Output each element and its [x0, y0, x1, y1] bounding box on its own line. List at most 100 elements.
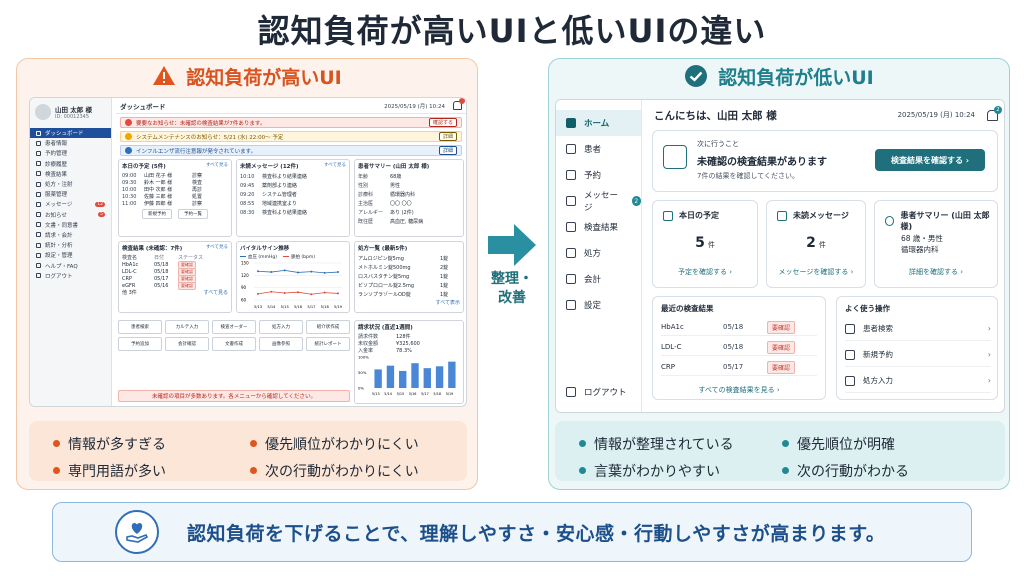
sidebar-item[interactable]: 請求・会計	[30, 230, 111, 240]
bell-icon[interactable]: 2	[987, 105, 1002, 121]
schedule-row[interactable]: 11:00 伊藤 四郎 様 診察	[122, 200, 228, 208]
action-button[interactable]: 会計確認	[165, 337, 209, 351]
sidebar-item[interactable]: 設定	[556, 292, 641, 318]
alert-detail-button[interactable]: 詳細	[438, 132, 457, 141]
quick-action-item[interactable]: 患者検索 ›	[845, 317, 991, 341]
cell: HbA1c	[661, 323, 684, 331]
see-all-link[interactable]: すべて見る	[204, 289, 228, 296]
cell: 鈴木 一郎 様	[144, 180, 173, 186]
cell: 伊藤 四郎 様	[144, 201, 173, 207]
action-button[interactable]: 文書作成	[212, 337, 256, 351]
quick-action-label: 新規予約	[863, 350, 893, 359]
sidebar-item[interactable]: 診療履歴	[30, 159, 111, 169]
billing-chart: 100% 50% 0% 5/13 5/14 5/15 5/16 5/17 5/18 5/19	[358, 355, 456, 396]
quick-action-item[interactable]: 処方入力 ›	[845, 369, 991, 393]
quick-actions-card: よく使う操作 患者検索 › 新規予約 › 処方入力 ›	[836, 296, 998, 400]
lab-row[interactable]: HbA1c 05/18 要確認	[122, 260, 228, 269]
sidebar-item-label: ホーム	[584, 119, 610, 129]
x-tick-label: 5/13	[254, 305, 262, 309]
status-badge: 要確認	[178, 281, 196, 290]
summary-line: 68 歳・男性	[901, 234, 943, 243]
new-booking-button[interactable]: 新規予約	[142, 209, 172, 219]
sidebar-item[interactable]: ヘルプ・FAQ	[30, 260, 111, 270]
see-all-link[interactable]: すべて見る	[206, 244, 228, 252]
alert-confirm-button[interactable]: 確認する	[428, 118, 457, 127]
sidebar-item[interactable]: お知らせ 5	[30, 210, 111, 220]
schedule-link[interactable]: 予定を確認する ›	[653, 267, 757, 277]
result-row[interactable]: HbA1c 05/18 要確認	[661, 319, 817, 336]
sidebar-item[interactable]: 検査結果	[556, 214, 641, 240]
schedule-card[interactable]: 本日の予定 5件 予定を確認する ›	[652, 200, 758, 288]
lab-row[interactable]: eGFR 05/16 要確認	[122, 281, 228, 290]
sidebar-item[interactable]: 処方	[556, 240, 641, 266]
see-all-link[interactable]: すべて見る	[324, 162, 346, 170]
x-tick-label: 5/19	[334, 305, 343, 309]
quick-action-label: 患者検索	[863, 324, 893, 333]
summary-card: 患者サマリー (山田 太郎 様) 年齢 68歳 性別 男性 診療科 循環器内科 主治医 〇〇 …	[354, 159, 464, 237]
cell: 09:45	[240, 182, 255, 189]
message-row[interactable]: 08:30 検査科より結果連絡	[240, 208, 346, 217]
schedule-row[interactable]: 10:30 佐藤 三郎 様 処置	[122, 193, 228, 201]
message-row[interactable]: 09:45 薬剤部より連絡	[240, 181, 346, 190]
booking-list-button[interactable]: 予約一覧	[178, 209, 208, 219]
sidebar-item[interactable]: ダッシュボード	[30, 128, 111, 139]
x-tick-label: 5/14	[384, 392, 392, 396]
message-row[interactable]: 08:55 地域連携室より	[240, 199, 346, 208]
result-row[interactable]: CRP 05/17 要確認	[661, 359, 817, 376]
sidebar-item[interactable]: 予約管理	[30, 148, 111, 158]
action-button[interactable]: 患者検索	[118, 320, 162, 334]
sidebar-item-label: お知らせ	[45, 212, 67, 219]
sidebar-item[interactable]: 服薬管理	[30, 189, 111, 199]
sidebar-item[interactable]: 設定・管理	[30, 250, 111, 260]
x-tick-label: 5/18	[433, 392, 441, 396]
schedule-row[interactable]: 09:30 鈴木 一郎 様 検査	[122, 179, 228, 187]
schedule-row[interactable]: 09:00 山田 花子 様 診察	[122, 172, 228, 180]
result-row[interactable]: LDL-C 05/18 要確認	[661, 339, 817, 356]
sidebar-item[interactable]: 患者情報	[30, 138, 111, 148]
lab-row[interactable]: CRP 05/17 要確認	[122, 274, 228, 283]
messages-card[interactable]: 未読メッセージ 2件 メッセージを確認する ›	[766, 200, 866, 288]
sidebar-item[interactable]: 患者	[556, 136, 641, 162]
sidebar-item[interactable]: 検査結果	[30, 169, 111, 179]
sidebar-item[interactable]: 予約	[556, 162, 641, 188]
count-badge: 5	[98, 212, 105, 218]
messages-link[interactable]: メッセージを確認する ›	[767, 267, 865, 277]
see-all-link[interactable]: すべて表示	[358, 299, 460, 306]
alert-detail-button[interactable]: 詳細	[438, 146, 457, 155]
quick-action-item[interactable]: 新規予約 ›	[845, 343, 991, 367]
nav-icon	[566, 222, 576, 232]
sidebar-item[interactable]: ログアウト	[30, 271, 111, 281]
sidebar-item[interactable]: 文書・同意書	[30, 220, 111, 230]
see-all-link[interactable]: すべて見る	[206, 162, 228, 170]
action-button[interactable]: 検査オーダー	[212, 320, 256, 334]
pill-icon	[845, 375, 855, 386]
bell-icon[interactable]	[453, 98, 465, 110]
sidebar-item[interactable]: 会計	[556, 266, 641, 292]
message-row[interactable]: 09:20 システム管理者	[240, 190, 346, 199]
logout-link[interactable]: ログアウト	[566, 386, 627, 398]
summary-row: 年齢 68歳	[358, 172, 460, 181]
action-button[interactable]: 統計レポート	[306, 337, 350, 351]
sidebar-item[interactable]: 処方・注射	[30, 179, 111, 189]
sidebar-item[interactable]: 統計・分析	[30, 240, 111, 250]
sidebar-item-label: 統計・分析	[45, 243, 73, 250]
all-results-link[interactable]: すべての検査結果を見る ›	[653, 385, 825, 395]
chevron-right-icon: ›	[987, 350, 991, 359]
lab-row[interactable]: LDL-C 05/18 要確認	[122, 267, 228, 276]
action-button[interactable]: 画像参照	[259, 337, 303, 351]
sidebar-item[interactable]: ホーム	[556, 110, 641, 136]
summary-row: 診療科 循環器内科	[358, 190, 460, 199]
summary-link[interactable]: 詳細を確認する ›	[875, 267, 997, 277]
action-button[interactable]: 紹介状作成	[306, 320, 350, 334]
summary-card[interactable]: 患者サマリー (山田 太郎 様) 68 歳・男性 循環器内科 詳細を確認する ›	[874, 200, 998, 288]
action-button[interactable]: 予約追加	[118, 337, 162, 351]
action-button[interactable]: カルテ入力	[165, 320, 209, 334]
message-row[interactable]: 10:10 検査科より結果連絡	[240, 172, 346, 181]
schedule-row[interactable]: 10:00 田中 次郎 様 再診	[122, 186, 228, 194]
action-button[interactable]: 処方入力	[259, 320, 303, 334]
check-results-button[interactable]: 検査結果を確認する ›	[875, 149, 985, 171]
nav-icon	[566, 300, 576, 310]
sidebar-item[interactable]: メッセージ 12	[30, 199, 111, 209]
nav-icon	[36, 232, 41, 238]
sidebar-item[interactable]: メッセージ 2	[556, 188, 641, 214]
